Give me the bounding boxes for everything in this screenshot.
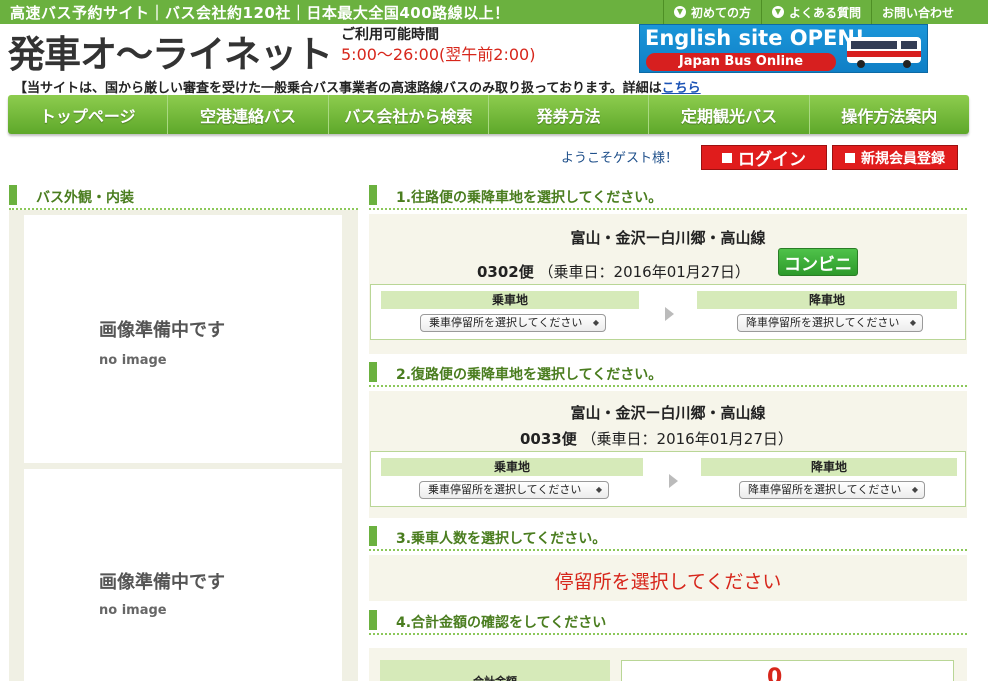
trip-info: 0302便 （乗車日：2016年01月27日） xyxy=(477,263,750,281)
login-button[interactable]: ログイン xyxy=(701,145,827,170)
select-arrow-icon: ◆ xyxy=(911,485,918,494)
notice-text: 【当サイトは、国から厳しい審査を受けた一般乗合バス事業者の高速路線バスのみ取り扱… xyxy=(14,81,701,96)
select-arrow-icon: ◆ xyxy=(595,485,602,494)
convenience-store-badge: コンビニ xyxy=(778,248,858,276)
total-heading: 4.合計金額の確認をしてください xyxy=(369,608,967,635)
bus-image-placeholder: 画像準備中です no image xyxy=(24,469,342,681)
total-amount: 0 xyxy=(621,660,954,681)
register-button[interactable]: 新規会員登録 xyxy=(832,145,958,170)
route-name: 富山・金沢ー白川郷・高山線 xyxy=(570,229,766,247)
contact-link[interactable]: お問い合わせ xyxy=(870,0,964,24)
english-banner-subtitle: Japan Bus Online xyxy=(646,53,836,71)
nav-search-by-company[interactable]: バス会社から検索 xyxy=(329,95,489,134)
first-time-link[interactable]: ▼ 初めての方 xyxy=(662,0,761,24)
square-icon xyxy=(845,152,855,163)
nav-sightseeing-bus[interactable]: 定期観光バス xyxy=(649,95,810,134)
site-tagline: 高速バス予約サイト｜バス会社約120社｜日本最大全国400路線以上！ xyxy=(10,4,510,22)
bus-images-panel: 画像準備中です no image 画像準備中です no image xyxy=(9,210,358,681)
trip-info: 0033便 （乗車日：2016年01月27日） xyxy=(520,430,793,448)
arrow-right-icon xyxy=(669,474,678,488)
nav-top-page[interactable]: トップページ xyxy=(8,95,169,134)
nav-usage-guide[interactable]: 操作方法案内 xyxy=(810,95,969,134)
bus-image-placeholder: 画像準備中です no image xyxy=(24,215,342,463)
hours-value: 5:00〜26:00(翌午前2:00) xyxy=(341,45,536,64)
passengers-heading: 3.乗車人数を選択してください。 xyxy=(369,524,967,551)
outbound-boarding-select[interactable]: 乗車停留所を選択してください ◆ xyxy=(420,314,606,332)
return-stop-selector: 乗車地 降車地 乗車停留所を選択してください ◆ 降車停留所を選択してください ◆ xyxy=(370,451,966,507)
outbound-stop-selector: 乗車地 降車地 乗車停留所を選択してください ◆ 降車停留所を選択してください ◆ xyxy=(370,284,966,340)
nav-ticketing[interactable]: 発券方法 xyxy=(489,95,650,134)
welcome-text: ようこそゲスト様！ xyxy=(561,151,679,166)
passengers-panel: 停留所を選択してください xyxy=(369,555,967,601)
outbound-panel: 富山・金沢ー白川郷・高山線 0302便 （乗車日：2016年01月27日） コン… xyxy=(369,214,967,354)
return-panel: 富山・金沢ー白川郷・高山線 0033便 （乗車日：2016年01月27日） 乗車… xyxy=(369,391,967,518)
main-nav: トップページ 空港連絡バス バス会社から検索 発券方法 定期観光バス 操作方法案… xyxy=(8,95,969,134)
bus-icon xyxy=(847,37,921,68)
return-heading: 2.復路便の乗降車地を選択してください。 xyxy=(369,360,967,387)
square-icon xyxy=(722,152,732,163)
top-bar: 高速バス予約サイト｜バス会社約120社｜日本最大全国400路線以上！ ▼ 初めての… xyxy=(0,0,988,24)
arrow-right-icon xyxy=(665,307,674,321)
outbound-heading: 1.往路便の乗降車地を選択してください。 xyxy=(369,183,967,210)
return-boarding-select[interactable]: 乗車停留所を選択してください ◆ xyxy=(419,481,609,499)
route-name: 富山・金沢ー白川郷・高山線 xyxy=(570,404,766,422)
top-links: ▼ 初めての方 ▼ よくある質問 お問い合わせ xyxy=(662,0,964,24)
english-site-banner[interactable]: English site OPEN! Japan Bus Online xyxy=(639,24,928,73)
select-stop-message: 停留所を選択してください xyxy=(554,571,782,593)
return-alighting-select[interactable]: 降車停留所を選択してください ◆ xyxy=(739,481,925,499)
total-label-box: 合計金額 xyxy=(380,660,610,681)
nav-airport-bus[interactable]: 空港連絡バス xyxy=(168,95,329,134)
select-arrow-icon: ◆ xyxy=(592,318,599,327)
bus-images-heading: バス外観・内装 xyxy=(9,183,358,210)
notice-details-link[interactable]: こちら xyxy=(662,81,701,96)
outbound-alighting-select[interactable]: 降車停留所を選択してください ◆ xyxy=(737,314,923,332)
site-logo[interactable]: 発車オ〜ライネット xyxy=(8,24,333,78)
faq-link[interactable]: ▼ よくある質問 xyxy=(760,0,871,24)
select-arrow-icon: ◆ xyxy=(909,318,916,327)
english-banner-title: English site OPEN! xyxy=(645,26,865,50)
down-arrow-circle-icon: ▼ xyxy=(673,6,686,18)
down-arrow-circle-icon: ▼ xyxy=(771,6,784,18)
